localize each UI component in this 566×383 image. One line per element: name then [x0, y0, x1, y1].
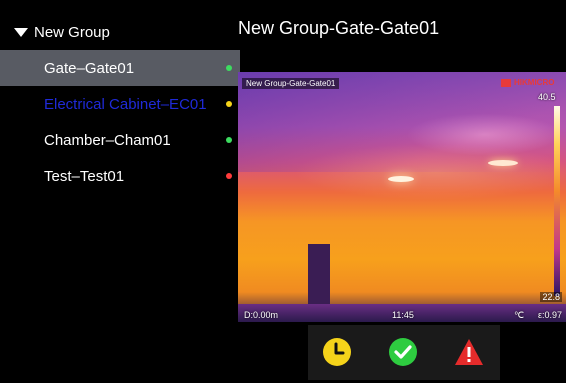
image-overlay-title: New Group-Gate-Gate01: [242, 78, 340, 89]
group-header[interactable]: New Group: [14, 22, 110, 42]
ceiling-light-hotspot: [488, 160, 518, 166]
page-title: New Group-Gate-Gate01: [238, 18, 440, 38]
device-item-electrical-cabinet[interactable]: Electrical Cabinet–EC01: [0, 86, 240, 122]
device-item-test[interactable]: Test–Test01: [0, 158, 240, 194]
brand-logo: HIKMICRO: [501, 78, 554, 87]
time-readout: 11:45: [392, 310, 414, 320]
status-dot-icon: [226, 137, 232, 143]
distance-readout: D:0.00m: [244, 310, 279, 320]
device-item-chamber[interactable]: Chamber–Cham01: [0, 122, 240, 158]
status-dot-icon: [226, 65, 232, 71]
device-sidebar: New Group Gate–Gate01 Electrical Cabinet…: [0, 0, 240, 383]
device-label: Test–Test01: [44, 167, 125, 185]
checkmark-icon[interactable]: [388, 337, 418, 367]
group-label: New Group: [34, 23, 110, 41]
scale-max-temperature: 40.5: [538, 92, 556, 102]
status-dot-icon: [226, 101, 232, 107]
device-label: Gate–Gate01: [44, 59, 135, 77]
device-label: Chamber–Cham01: [44, 131, 171, 149]
brand-mark-icon: [501, 78, 511, 87]
clock-icon[interactable]: [322, 337, 352, 367]
status-icon-bar: [308, 325, 500, 380]
device-list: Gate–Gate01 Electrical Cabinet–EC01 Cham…: [0, 50, 240, 194]
temperature-scale-bar: [554, 106, 560, 296]
ceiling-light-hotspot: [388, 176, 414, 182]
brand-name: HIKMICRO: [514, 78, 555, 87]
expand-triangle-icon[interactable]: [14, 27, 28, 37]
thermal-image-view[interactable]: New Group-Gate-Gate01 HIKMICRO 40.5 22.8…: [238, 72, 566, 322]
status-dot-icon: [226, 173, 232, 179]
device-item-gate[interactable]: Gate–Gate01: [0, 50, 240, 86]
warning-icon[interactable]: [454, 337, 484, 367]
emissivity-readout: ε:0.97: [537, 310, 562, 320]
temperature-unit: ℃: [514, 310, 525, 320]
device-label: Electrical Cabinet–EC01: [44, 95, 207, 113]
scale-min-temperature: 22.8: [540, 292, 562, 302]
